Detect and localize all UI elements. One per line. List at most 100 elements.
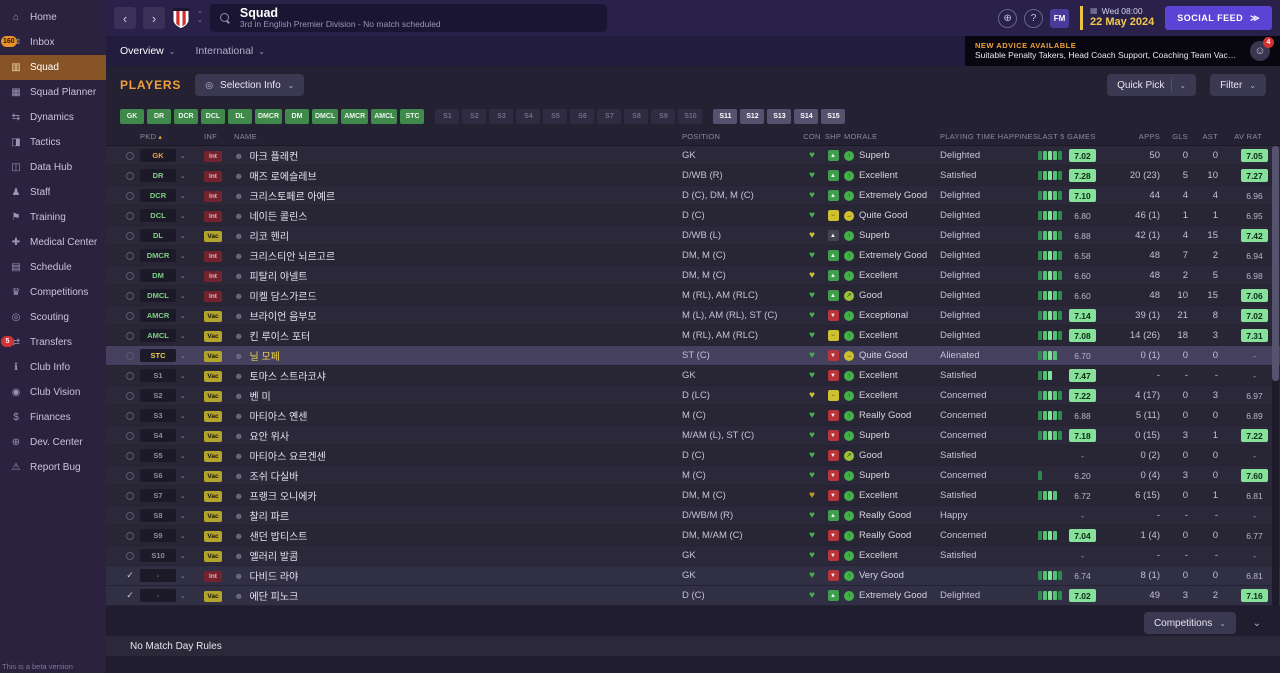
position-filter-dr[interactable]: DR — [147, 108, 171, 124]
chevron-down-icon[interactable]: ⌄ — [180, 392, 186, 400]
sidebar-item-medical-center[interactable]: ✚ Medical Center — [0, 230, 106, 255]
position-filter-dcl[interactable]: DCL — [201, 108, 225, 124]
row-checkbox[interactable] — [126, 331, 134, 340]
scrollbar-thumb[interactable] — [1272, 146, 1279, 381]
player-name[interactable]: 프랭크 오니에카 — [249, 488, 316, 503]
chevron-down-icon[interactable]: ⌄ — [180, 312, 186, 320]
row-checkbox[interactable] — [126, 391, 134, 400]
chevron-down-icon[interactable]: ⌄ — [180, 152, 186, 160]
row-checkbox[interactable] — [126, 251, 134, 260]
table-row[interactable]: S6 ⌄ Vac ☻ 조쉬 다실바 M (C) ♥ ▼ ↑ Superb Con… — [106, 466, 1280, 486]
position-filter-dcr[interactable]: DCR — [174, 108, 198, 124]
table-row[interactable]: S7 ⌄ Vac ☻ 프랭크 오니에카 DM, M (C) ♥ ▼ ↑ Exce… — [106, 486, 1280, 506]
chevron-down-icon[interactable]: ⌄ — [180, 292, 186, 300]
sidebar-item-home[interactable]: ⌂ Home — [0, 5, 106, 30]
competitions-dropdown[interactable]: Competitions ⌄ — [1143, 612, 1236, 634]
chevron-down-icon[interactable]: ⌄ — [180, 252, 186, 260]
chevron-down-icon[interactable]: ⌄ — [180, 412, 186, 420]
chevron-down-icon[interactable]: ⌄ — [180, 572, 186, 580]
header-pkd[interactable]: PKD ▴ — [140, 132, 204, 141]
table-row[interactable]: GK ⌄ Int ☻ 마크 플레컨 GK ♥ ▲ ↑ Superb Deligh… — [106, 146, 1280, 166]
position-filter-s9[interactable]: S9 — [651, 108, 676, 124]
table-row[interactable]: S1 ⌄ Vac ☻ 토마스 스트라코샤 GK ♥ ▼ ↑ Excellent … — [106, 366, 1280, 386]
header-apps[interactable]: APPS — [1126, 132, 1168, 141]
table-row[interactable]: DL ⌄ Vac ☻ 리코 헨리 D/WB (L) ♥ ▲ ↑ Superb D… — [106, 226, 1280, 246]
sidebar-item-schedule[interactable]: ▤ Schedule — [0, 255, 106, 280]
position-filter-s10[interactable]: S10 — [678, 108, 703, 124]
table-row[interactable]: DR ⌄ Int ☻ 매즈 로에슬레브 D/WB (R) ♥ ▲ ↑ Excel… — [106, 166, 1280, 186]
table-row[interactable]: STC ⌄ Vac ☻ 닐 모페 ST (C) ♥ ▼ → Quite Good… — [106, 346, 1280, 366]
player-name[interactable]: 다비드 라야 — [249, 568, 298, 583]
player-name[interactable]: 크리스티안 뇌르고르 — [249, 248, 335, 263]
selection-info-dropdown[interactable]: ◎ Selection Info ⌄ — [195, 74, 305, 96]
table-row[interactable]: S8 ⌄ Vac ☻ 찰리 파르 D/WB/M (R) ♥ ▲ ↑ Really… — [106, 506, 1280, 526]
table-row[interactable]: S10 ⌄ Vac ☻ 엘러리 발콤 GK ♥ ▼ ↑ Excellent Sa… — [106, 546, 1280, 566]
sidebar-item-report-bug[interactable]: ⚠ Report Bug — [0, 455, 106, 480]
row-checkbox[interactable]: ✓ — [126, 591, 134, 600]
player-name[interactable]: 엘러리 발콤 — [249, 548, 298, 563]
position-filter-s5[interactable]: S5 — [543, 108, 568, 124]
chevron-down-icon[interactable]: ⌄ — [180, 172, 186, 180]
position-filter-amcl[interactable]: AMCL — [371, 108, 398, 124]
player-name[interactable]: 매즈 로에슬레브 — [249, 168, 316, 183]
row-checkbox[interactable] — [126, 231, 134, 240]
row-checkbox[interactable] — [126, 171, 134, 180]
header-ast[interactable]: AST — [1196, 132, 1226, 141]
quick-pick-button[interactable]: Quick Pick ⌄ — [1107, 74, 1197, 96]
row-checkbox[interactable] — [126, 371, 134, 380]
sidebar-item-squad[interactable]: ▥ Squad — [0, 55, 106, 80]
row-checkbox[interactable] — [126, 491, 134, 500]
screen-title-block[interactable]: Squad 3rd in English Premier Division - … — [209, 4, 607, 32]
sidebar-item-club-info[interactable]: ℹ Club Info — [0, 355, 106, 380]
player-name[interactable]: 에단 피노크 — [249, 588, 298, 603]
chevron-down-icon[interactable]: ⌄ — [180, 432, 186, 440]
row-checkbox[interactable] — [126, 151, 134, 160]
player-name[interactable]: 네이든 콜린스 — [249, 208, 307, 223]
position-filter-gk[interactable]: GK — [120, 108, 144, 124]
back-button[interactable]: ‹ — [114, 7, 136, 29]
table-row[interactable]: ✓ - ⌄ Vac ☻ 에단 피노크 D (C) ♥ ▲ ↑ Extremely… — [106, 586, 1280, 606]
chevron-down-icon[interactable]: ⌄ — [180, 472, 186, 480]
row-checkbox[interactable] — [126, 431, 134, 440]
table-row[interactable]: DMCL ⌄ Int ☻ 미켈 담스가르드 M (RL), AM (RLC) ♥… — [106, 286, 1280, 306]
assistant-face-icon[interactable]: ☺ 4 — [1250, 37, 1274, 61]
chevron-down-icon[interactable]: ⌄ — [180, 272, 186, 280]
position-filter-s14[interactable]: S14 — [794, 108, 819, 124]
sidebar-item-training[interactable]: ⚑ Training — [0, 205, 106, 230]
position-filter-s1[interactable]: S1 — [435, 108, 460, 124]
position-filter-s7[interactable]: S7 — [597, 108, 622, 124]
row-checkbox[interactable] — [126, 191, 134, 200]
table-row[interactable]: S3 ⌄ Vac ☻ 마티아스 옌센 M (C) ♥ ▼ ↑ Really Go… — [106, 406, 1280, 426]
player-name[interactable]: 미켈 담스가르드 — [249, 288, 316, 303]
table-row[interactable]: DCL ⌄ Int ☻ 네이든 콜린스 D (C) ♥ − → Quite Go… — [106, 206, 1280, 226]
sidebar-item-tactics[interactable]: ◨ Tactics — [0, 130, 106, 155]
sidebar-item-finances[interactable]: $ Finances — [0, 405, 106, 430]
row-checkbox[interactable] — [126, 451, 134, 460]
chevron-down-icon[interactable]: ⌄ — [180, 532, 186, 540]
filter-button[interactable]: Filter ⌄ — [1210, 74, 1266, 96]
table-row[interactable]: DCR ⌄ Int ☻ 크리스토페르 아예르 D (C), DM, M (C) … — [106, 186, 1280, 206]
header-name[interactable]: NAME — [234, 132, 682, 141]
player-name[interactable]: 찰리 파르 — [249, 508, 289, 523]
header-av-rat[interactable]: AV RAT — [1226, 132, 1270, 141]
chevron-down-icon[interactable]: ⌄ — [180, 192, 186, 200]
chevron-down-icon[interactable]: ⌄ — [180, 592, 186, 600]
chevron-down-icon[interactable]: ⌄ — [180, 232, 186, 240]
table-row[interactable]: S5 ⌄ Vac ☻ 마티아스 요르겐센 D (C) ♥ ▼ ↗ Good Sa… — [106, 446, 1280, 466]
player-name[interactable]: 조쉬 다실바 — [249, 468, 298, 483]
table-row[interactable]: DMCR ⌄ Int ☻ 크리스티안 뇌르고르 DM, M (C) ♥ ▲ ↑ … — [106, 246, 1280, 266]
chevron-down-icon[interactable]: ⌄ — [180, 512, 186, 520]
player-name[interactable]: 샌던 밥티스트 — [249, 528, 307, 543]
header-gls[interactable]: GLS — [1168, 132, 1196, 141]
row-checkbox[interactable] — [126, 531, 134, 540]
player-name[interactable]: 닐 모페 — [249, 348, 279, 363]
position-filter-amcr[interactable]: AMCR — [341, 108, 369, 124]
sidebar-item-inbox[interactable]: 160 ✉ Inbox — [0, 30, 106, 55]
player-name[interactable]: 브라이언 음부모 — [249, 308, 316, 323]
chevron-down-icon[interactable]: ⌄ — [180, 452, 186, 460]
position-filter-s11[interactable]: S11 — [713, 108, 738, 124]
row-checkbox[interactable] — [126, 471, 134, 480]
position-filter-s4[interactable]: S4 — [516, 108, 541, 124]
chevron-down-icon[interactable]: ⌄ — [180, 212, 186, 220]
row-checkbox[interactable] — [126, 351, 134, 360]
